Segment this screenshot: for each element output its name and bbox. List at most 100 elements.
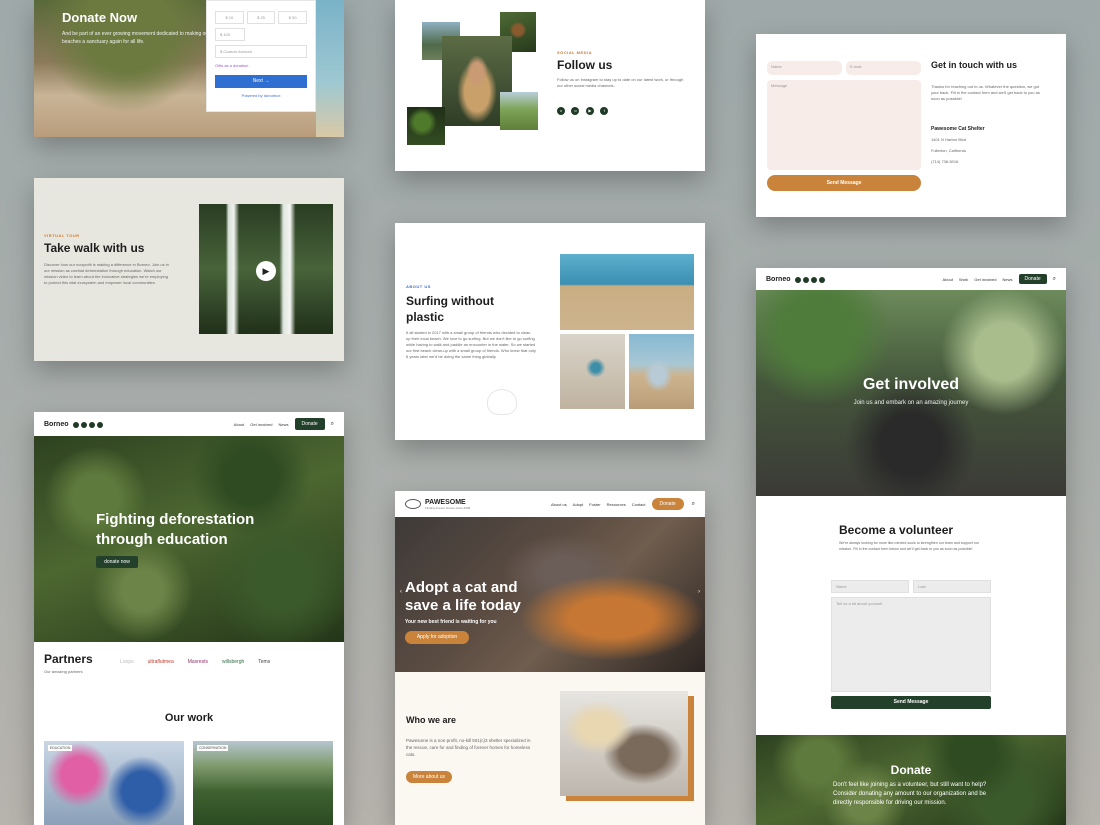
- volunteer-about-textarea[interactable]: Tell us a bit about yourself: [831, 597, 991, 692]
- walk-eyebrow: VIRTUAL TOUR: [44, 233, 80, 238]
- nav-news[interactable]: News: [278, 422, 288, 427]
- custom-amount-input[interactable]: $ Custom Amount: [215, 45, 307, 58]
- follow-title: Follow us: [557, 58, 613, 72]
- nav-contact[interactable]: Contact: [632, 502, 646, 507]
- name-input[interactable]: Name: [767, 61, 842, 75]
- nav-work[interactable]: Work: [959, 277, 968, 282]
- nav-about[interactable]: About: [943, 277, 953, 282]
- instagram-icon[interactable]: o: [571, 107, 580, 115]
- nav-donate-button[interactable]: Donate: [294, 418, 325, 430]
- terrace-photo: [500, 92, 538, 130]
- youtube-icon[interactable]: ▶: [585, 107, 594, 115]
- forest-photo: [407, 107, 445, 145]
- hero-subtitle: Join us and embark on an amazing journey: [853, 400, 969, 406]
- address-line-2: Fullerton, California: [931, 148, 966, 153]
- volunteer-card: Borneo About Work Get involved News Dona…: [756, 268, 1066, 825]
- surf-text: It all started in 2017 with a small grou…: [406, 330, 536, 359]
- follow-eyebrow: SOCIAL MEDIA: [557, 50, 593, 55]
- facebook-icon[interactable]: [818, 277, 825, 283]
- who-text: Pawesome is a non-profit, no-kill 501(c)…: [406, 738, 531, 757]
- social-icons: x o ▶ f: [557, 99, 610, 117]
- logo[interactable]: Borneo: [766, 276, 791, 283]
- who-title: Who we are: [406, 715, 457, 725]
- waterfall-video[interactable]: ▶: [199, 204, 333, 334]
- donate-card: Donate Now And be part of an ever growin…: [34, 0, 344, 137]
- youtube-icon[interactable]: [88, 422, 95, 428]
- nav-get-involved[interactable]: Get involved: [974, 277, 996, 282]
- partners-subtitle: Our amazing partners: [44, 669, 83, 674]
- twitter-icon[interactable]: [794, 277, 801, 283]
- donate-text: And be part of an ever growing movement …: [62, 31, 210, 45]
- nav-get-involved[interactable]: Get involved: [250, 422, 272, 427]
- volunteer-send-button[interactable]: Send Message: [831, 696, 991, 709]
- carousel-next-icon[interactable]: ›: [698, 589, 700, 595]
- donate-banner-title: Donate: [890, 763, 932, 777]
- arrow-right-icon: →: [264, 78, 270, 84]
- cat-logo-icon[interactable]: [405, 499, 421, 509]
- amount-100-button[interactable]: $ 100: [215, 28, 245, 41]
- volunteer-name-input[interactable]: Name: [831, 580, 909, 593]
- ocean-strip: [316, 0, 344, 137]
- volunteer-lastname-input[interactable]: Last: [913, 580, 991, 593]
- phone-number: (714) 738-5016: [931, 159, 959, 164]
- message-textarea[interactable]: Message: [767, 80, 921, 170]
- play-button-icon[interactable]: ▶: [256, 261, 276, 281]
- nav-about-us[interactable]: About us: [551, 502, 567, 507]
- amount-10-button[interactable]: $ 10: [215, 11, 244, 24]
- nav-news[interactable]: News: [1002, 277, 1012, 282]
- instagram-icon[interactable]: [802, 277, 809, 283]
- logo[interactable]: PAWESOME: [425, 499, 470, 506]
- shell-icon: [487, 389, 517, 415]
- nav-resources[interactable]: Resources: [607, 502, 626, 507]
- donate-title: Donate Now: [62, 10, 138, 25]
- cat-hero-photo: Adopt a cat and save a life today Your n…: [395, 517, 705, 672]
- walk-card: VIRTUAL TOUR Take walk with us Discover …: [34, 178, 344, 361]
- amount-25-button[interactable]: $ 25: [246, 11, 276, 24]
- email-input[interactable]: E-mail: [846, 61, 921, 75]
- partner-logo: Maxrests: [187, 659, 209, 665]
- cleanup-photo: [560, 334, 625, 409]
- donate-banner: Donate Don't feel like joining as a volu…: [756, 735, 1066, 825]
- volunteer-hero-photo: Get involved Join us and embark on an am…: [756, 290, 1066, 496]
- nav-foster[interactable]: Foster: [589, 502, 600, 507]
- donorbox-note: Powered by donorbox: [241, 93, 281, 98]
- amount-50-button[interactable]: $ 50: [278, 11, 308, 24]
- volunteer-nav: Borneo About Work Get involved News Dona…: [756, 268, 1066, 290]
- volunteer-form-title: Become a volunteer: [839, 523, 954, 537]
- search-icon[interactable]: ⌕: [331, 421, 334, 428]
- photo-collage: [407, 10, 538, 160]
- education-photo: EDUCATION: [44, 741, 184, 825]
- more-about-button[interactable]: More about us: [406, 771, 452, 783]
- partner-logo: ultraflutmea: [147, 659, 174, 665]
- facebook-icon[interactable]: [96, 422, 103, 428]
- nav-donate-button[interactable]: Donate: [651, 498, 684, 510]
- donation-form: $ 10 $ 25 $ 50 $ 100 $ Custom Amount Gif…: [206, 0, 316, 112]
- twitter-icon[interactable]: x: [557, 107, 565, 115]
- nav-adopt[interactable]: Adopt: [573, 502, 583, 507]
- conservation-photo: CONSERVATION: [193, 741, 333, 825]
- next-button[interactable]: Next →: [215, 75, 307, 88]
- contact-card: Name E-mail Message Send Message Get in …: [756, 34, 1066, 217]
- surfer-photo: [560, 254, 694, 330]
- twitter-icon[interactable]: [72, 422, 79, 428]
- facebook-icon[interactable]: f: [600, 107, 609, 115]
- hero-donate-button[interactable]: donate now: [96, 556, 138, 568]
- gift-link[interactable]: Gifts as a donation: [215, 63, 307, 69]
- instagram-icon[interactable]: [80, 422, 87, 428]
- nav-about[interactable]: About: [234, 422, 244, 427]
- conservation-tag: CONSERVATION: [197, 745, 229, 751]
- search-icon[interactable]: ⌕: [1053, 276, 1056, 283]
- youtube-icon[interactable]: [810, 277, 817, 283]
- carousel-prev-icon[interactable]: ‹: [400, 589, 402, 595]
- send-message-button[interactable]: Send Message: [767, 175, 921, 191]
- nav-donate-button[interactable]: Donate: [1018, 274, 1047, 284]
- apply-adoption-button[interactable]: Apply for adoption: [405, 631, 469, 644]
- surf-eyebrow: ABOUT US: [406, 284, 431, 289]
- hero-title: Get involved: [862, 376, 960, 393]
- hero-subtitle: Your new best friend is waiting for you: [405, 619, 497, 625]
- logo[interactable]: Borneo: [44, 421, 69, 428]
- search-icon[interactable]: ⌕: [692, 501, 695, 508]
- woman-cat-photo: [560, 691, 688, 796]
- partner-logos: Loops ultraflutmea Maxrests willsbergh T…: [120, 659, 270, 665]
- work-title: Our work: [164, 712, 214, 724]
